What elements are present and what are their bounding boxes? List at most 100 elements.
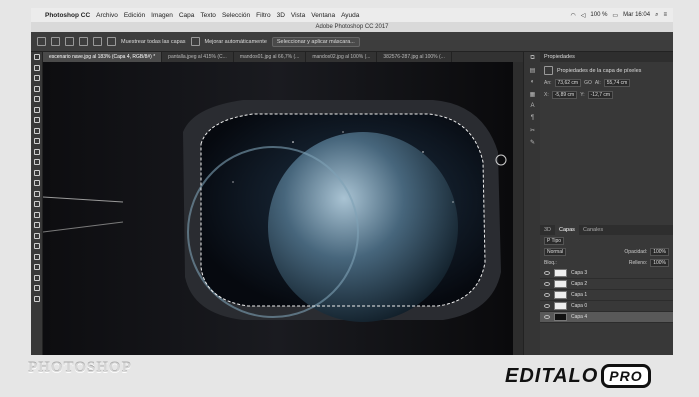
layer-row[interactable]: Capa 0 xyxy=(540,301,673,312)
properties-header[interactable]: Propiedades xyxy=(540,52,673,62)
swatches-panel-icon[interactable]: ▦ xyxy=(524,88,541,100)
wifi-icon[interactable]: ◠ xyxy=(571,12,576,19)
tab-3d[interactable]: 3D xyxy=(540,225,555,235)
new-selection-icon[interactable] xyxy=(51,37,60,46)
layer-row[interactable]: Capa 2 xyxy=(540,279,673,290)
adjustments-panel-icon[interactable]: ◐ xyxy=(524,76,541,88)
menu-seleccion[interactable]: Selección xyxy=(222,12,250,19)
search-icon[interactable]: ⌕ xyxy=(655,12,658,19)
color-swatches-icon[interactable] xyxy=(31,273,43,284)
layer-thumbnail xyxy=(554,291,567,299)
layer-name: Capa 2 xyxy=(571,281,588,287)
x-field[interactable]: -5,89 cm xyxy=(551,91,578,99)
eye-icon[interactable] xyxy=(544,282,550,286)
menu-edicion[interactable]: Edición xyxy=(124,12,145,19)
opacity-field[interactable]: 100% xyxy=(650,247,669,256)
path-select-tool-icon[interactable] xyxy=(31,220,43,231)
layer-row-selected[interactable]: Capa 4 xyxy=(540,312,673,323)
menu-3d[interactable]: 3D xyxy=(277,12,285,19)
logo-text: EDITALO xyxy=(505,364,599,387)
menu-ayuda[interactable]: Ayuda xyxy=(341,12,359,19)
window-title: Adobe Photoshop CC 2017 xyxy=(31,22,673,32)
clock[interactable]: Mar 16:04 xyxy=(623,12,650,18)
pen-tool-icon[interactable] xyxy=(31,199,43,210)
character-panel-icon[interactable]: A xyxy=(524,100,541,112)
screen-mode-icon[interactable] xyxy=(31,294,43,305)
eraser-tool-icon[interactable] xyxy=(31,157,43,168)
healing-tool-icon[interactable] xyxy=(31,115,43,126)
quick-selection-icon[interactable] xyxy=(37,37,46,46)
layer-row[interactable]: Capa 1 xyxy=(540,290,673,301)
layer-name: Capa 3 xyxy=(571,270,588,276)
marquee-tool-icon[interactable] xyxy=(31,63,43,74)
eye-icon[interactable] xyxy=(544,271,550,275)
history-panel-icon[interactable]: ⧉ xyxy=(524,52,541,64)
menu-imagen[interactable]: Imagen xyxy=(151,12,173,19)
menu-capa[interactable]: Capa xyxy=(179,12,195,19)
move-tool-icon[interactable] xyxy=(31,52,43,63)
eye-icon[interactable] xyxy=(544,315,550,319)
crop-tool-icon[interactable] xyxy=(31,94,43,105)
photoshop-watermark: PHOTOSHOP xyxy=(28,360,132,376)
fill-field[interactable]: 100% xyxy=(650,258,669,267)
tab-channels[interactable]: Canales xyxy=(579,225,607,235)
subtract-selection-icon[interactable] xyxy=(79,37,88,46)
layer-row[interactable]: Capa 3 xyxy=(540,268,673,279)
app-menu[interactable]: Photoshop CC xyxy=(45,12,90,19)
properties-panel-icon[interactable]: ▤ xyxy=(524,64,541,76)
select-and-mask-button[interactable]: Seleccionar y aplicar máscara... xyxy=(271,36,360,47)
tab-layers[interactable]: Capas xyxy=(555,225,579,235)
link-toggle[interactable]: GO xyxy=(584,80,592,86)
menu-ventana[interactable]: Ventana xyxy=(311,12,335,19)
hand-tool-icon[interactable] xyxy=(31,241,43,252)
battery-icon[interactable]: ▭ xyxy=(612,12,618,19)
brush-tool-icon[interactable] xyxy=(31,126,43,137)
eye-icon[interactable] xyxy=(544,293,550,297)
more-tools-icon[interactable] xyxy=(31,262,43,273)
shape-tool-icon[interactable] xyxy=(31,231,43,242)
sample-all-checkbox[interactable] xyxy=(107,37,116,46)
gradient-tool-icon[interactable] xyxy=(31,168,43,179)
quick-mask-icon[interactable] xyxy=(31,283,43,294)
layer-name: Capa 4 xyxy=(571,314,588,320)
eyedropper-tool-icon[interactable] xyxy=(31,105,43,116)
menu-vista[interactable]: Vista xyxy=(291,12,305,19)
tab-pantalla[interactable]: pantalla.jpeg al 415% (C... xyxy=(162,52,234,62)
lasso-tool-icon[interactable] xyxy=(31,73,43,84)
brush-panel-icon[interactable]: ✎ xyxy=(524,136,541,148)
layer-filter-select[interactable]: P Tipo xyxy=(544,236,565,245)
blur-tool-icon[interactable] xyxy=(31,178,43,189)
y-field[interactable]: -12,7 cm xyxy=(587,91,614,99)
add-selection-icon[interactable] xyxy=(65,37,74,46)
menu-texto[interactable]: Texto xyxy=(200,12,216,19)
menu-archivo[interactable]: Archivo xyxy=(96,12,118,19)
tab-escenario-nave[interactable]: escenario nave.jpg al 183% (Capa 4, RGB/… xyxy=(43,52,163,62)
history-brush-icon[interactable] xyxy=(31,147,43,158)
width-field[interactable]: 73,62 cm xyxy=(554,79,582,87)
paragraph-panel-icon[interactable]: ¶ xyxy=(524,112,541,124)
y-label: Y: xyxy=(580,92,585,98)
document-canvas[interactable] xyxy=(43,62,513,355)
stamp-tool-icon[interactable] xyxy=(31,136,43,147)
blend-mode-select[interactable]: Normal xyxy=(544,247,567,256)
menu-list-icon[interactable]: ≡ xyxy=(663,12,667,18)
dodge-tool-icon[interactable] xyxy=(31,189,43,200)
zoom-tool-icon[interactable] xyxy=(31,252,43,263)
tools-preset-icon[interactable]: ✂ xyxy=(524,124,541,136)
type-tool-icon[interactable] xyxy=(31,210,43,221)
volume-icon[interactable]: ◁ xyxy=(581,12,586,19)
quick-select-tool-icon[interactable] xyxy=(31,84,43,95)
eye-icon[interactable] xyxy=(544,304,550,308)
battery-percent[interactable]: 100 % xyxy=(590,12,607,18)
tools-panel xyxy=(31,52,43,355)
size-row: An: 73,62 cm GO Al: 55,74 cm xyxy=(540,77,673,89)
auto-enhance-checkbox[interactable] xyxy=(190,37,200,46)
height-field[interactable]: 55,74 cm xyxy=(603,79,631,87)
tab-mandos01[interactable]: mandos01.jpg al 66,7% (... xyxy=(234,52,307,62)
brush-size-icon[interactable] xyxy=(93,37,102,46)
canvas-scrollbar[interactable] xyxy=(513,62,523,355)
panel-dock: ⧉ ▤ ◐ ▦ A ¶ ✂ ✎ xyxy=(523,52,540,355)
menu-filtro[interactable]: Filtro xyxy=(256,12,270,19)
tab-382576[interactable]: 382576-287.jpg al 100% (... xyxy=(377,52,452,62)
tab-mandos02[interactable]: mandos02.jpg al 100% (... xyxy=(306,52,378,62)
